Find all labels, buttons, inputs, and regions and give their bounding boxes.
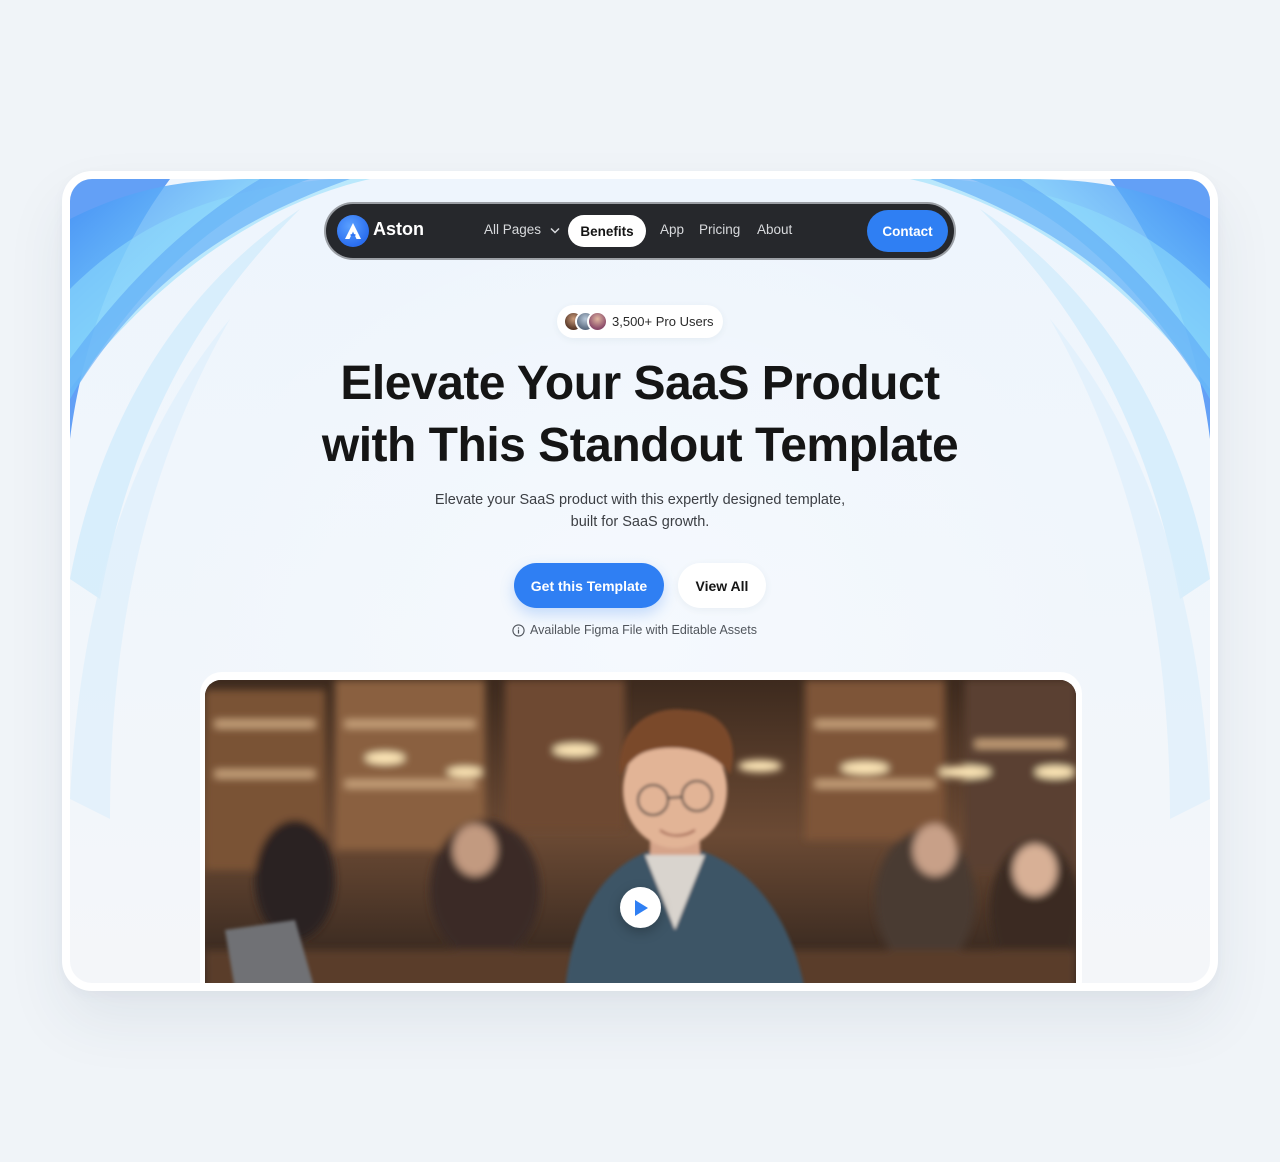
nav-item-label: All Pages	[484, 222, 542, 237]
view-all-button[interactable]: View All	[678, 563, 766, 608]
hero-subtitle: Elevate your SaaS product with this expe…	[70, 489, 1210, 533]
play-button[interactable]	[620, 887, 661, 928]
get-template-button[interactable]: Get this Template	[514, 563, 664, 608]
top-navbar: Aston All Pages Benefits App Pricing Abo…	[326, 204, 954, 258]
nav-item-all-pages[interactable]: All Pages	[484, 222, 560, 237]
headline-line: Elevate Your SaaS Product	[340, 357, 940, 410]
headline-line: with This Standout Template	[321, 419, 959, 472]
figma-note: Available Figma File with Editable Asset…	[512, 623, 757, 637]
video-thumbnail[interactable]	[205, 680, 1076, 983]
nav-item-about[interactable]: About	[757, 222, 792, 237]
chevron-down-icon	[550, 227, 560, 234]
brand-name[interactable]: Aston	[373, 219, 424, 240]
library-student-image	[205, 680, 1076, 983]
nav-item-app[interactable]: App	[660, 222, 684, 237]
hero-section: Aston All Pages Benefits App Pricing Abo…	[70, 179, 1210, 983]
note-text: Available Figma File with Editable Asset…	[530, 623, 757, 637]
nav-item-pricing[interactable]: Pricing	[699, 222, 740, 237]
avatar	[587, 311, 608, 332]
contact-button[interactable]: Contact	[867, 210, 948, 252]
info-icon	[512, 623, 525, 637]
hero-headline: Elevate Your SaaS Product with This Stan…	[70, 353, 1210, 477]
nav-item-benefits[interactable]: Benefits	[568, 215, 646, 247]
aston-logo-icon[interactable]	[337, 215, 369, 247]
subtitle-line: built for SaaS growth.	[570, 514, 710, 530]
pro-users-badge: 3,500+ Pro Users	[557, 305, 723, 338]
badge-label: 3,500+ Pro Users	[612, 314, 714, 329]
subtitle-line: Elevate your SaaS product with this expe…	[434, 492, 846, 508]
play-icon	[634, 899, 648, 916]
